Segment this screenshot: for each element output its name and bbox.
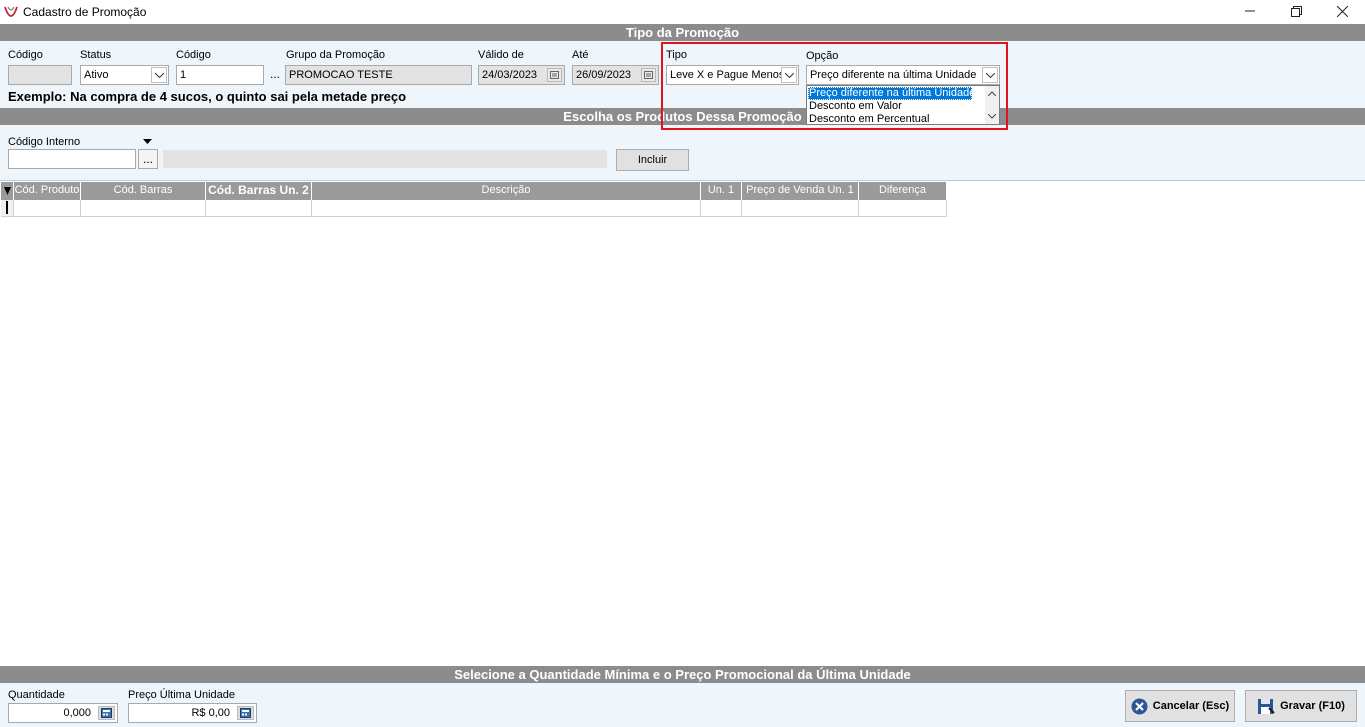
minimize-button[interactable]: [1227, 0, 1273, 22]
close-button[interactable]: [1319, 0, 1365, 22]
row-indicator-header: [1, 182, 14, 200]
restore-button[interactable]: [1273, 0, 1319, 22]
grid-cell[interactable]: [206, 200, 312, 217]
grid-cell[interactable]: [859, 200, 947, 217]
quantidade-input[interactable]: 0,000: [8, 703, 118, 723]
codigo-field[interactable]: [8, 65, 72, 85]
cancelar-button[interactable]: Cancelar (Esc): [1125, 690, 1235, 722]
highlight-annotation: [661, 42, 1008, 130]
row-indicator[interactable]: [1, 200, 14, 217]
ate-label: Até: [572, 49, 589, 61]
codigo-interno-lookup-button[interactable]: ...: [138, 149, 158, 169]
grid-cell[interactable]: [14, 200, 81, 217]
ate-date-value: 26/09/2023: [576, 69, 632, 81]
incluir-button[interactable]: Incluir: [616, 149, 689, 171]
grid-top-border: [0, 180, 1365, 181]
status-value: Ativo: [84, 69, 109, 81]
gravar-label: Gravar (F10): [1280, 700, 1345, 712]
example-text: Exemplo: Na compra de 4 sucos, o quinto …: [8, 89, 407, 104]
section-header-quantidade: Selecione a Quantidade Mínima e o Preço …: [0, 666, 1365, 683]
column-header-cod-barras[interactable]: Cód. Barras: [81, 182, 206, 200]
calendar-icon[interactable]: [641, 68, 656, 82]
codigo-interno-input[interactable]: [8, 149, 136, 169]
calculator-icon[interactable]: [237, 706, 254, 720]
column-header-descricao[interactable]: Descrição: [312, 182, 701, 200]
ate-date-field[interactable]: 26/09/2023: [572, 65, 659, 85]
grupo-label: Grupo da Promoção: [286, 49, 386, 61]
section-header-tipo: Tipo da Promoção: [0, 24, 1365, 41]
quantidade-label: Quantidade: [8, 689, 65, 701]
cancelar-label: Cancelar (Esc): [1152, 700, 1230, 712]
restore-icon: [1290, 5, 1302, 17]
chevron-down-icon[interactable]: [151, 67, 167, 83]
title-bar: Cadastro de Promoção: [0, 0, 1365, 24]
codigo-interno-label: Código Interno: [8, 136, 81, 148]
calculator-icon[interactable]: [98, 706, 115, 720]
grupo-field[interactable]: PROMOCAO TESTE: [285, 65, 472, 85]
status-label: Status: [80, 49, 112, 61]
codigo2-input[interactable]: 1: [176, 65, 264, 85]
column-header-cod-produto[interactable]: Cód. Produto: [14, 182, 81, 200]
column-header-preco-venda[interactable]: Preço de Venda Un. 1: [742, 182, 859, 200]
column-header-cod-barras-un2[interactable]: Cód. Barras Un. 2: [206, 182, 312, 200]
status-select[interactable]: Ativo: [80, 65, 169, 85]
grid-cell[interactable]: [312, 200, 701, 217]
grid-cell[interactable]: [701, 200, 742, 217]
save-icon: [1258, 698, 1275, 714]
preco-ultima-input[interactable]: R$ 0,00: [128, 703, 257, 723]
grid-cell[interactable]: [742, 200, 859, 217]
codigo2-label: Código: [176, 49, 211, 61]
preco-ultima-label: Preço Última Unidade: [128, 689, 235, 701]
grid-cell[interactable]: [81, 200, 206, 217]
calendar-icon[interactable]: [547, 68, 562, 82]
quantidade-value: 0,000: [63, 707, 91, 719]
window-title: Cadastro de Promoção: [23, 5, 147, 19]
valido-date-field[interactable]: 24/03/2023: [478, 65, 565, 85]
minimize-icon: [1245, 10, 1255, 12]
caret-down-icon[interactable]: [143, 139, 152, 144]
gravar-button[interactable]: Gravar (F10): [1245, 690, 1357, 722]
column-header-diferenca[interactable]: Diferença: [859, 182, 947, 200]
column-header-un1[interactable]: Un. 1: [701, 182, 742, 200]
valido-label: Válido de: [478, 49, 524, 61]
codigo2-lookup-button[interactable]: ...: [265, 65, 285, 85]
valido-date-value: 24/03/2023: [482, 69, 538, 81]
cancel-icon: [1131, 698, 1148, 714]
codigo-label: Código: [8, 49, 43, 61]
app-logo-icon: [4, 6, 18, 17]
close-icon: [1336, 5, 1348, 17]
preco-ultima-value: R$ 0,00: [191, 707, 230, 719]
produto-descricao-field[interactable]: [163, 150, 607, 168]
